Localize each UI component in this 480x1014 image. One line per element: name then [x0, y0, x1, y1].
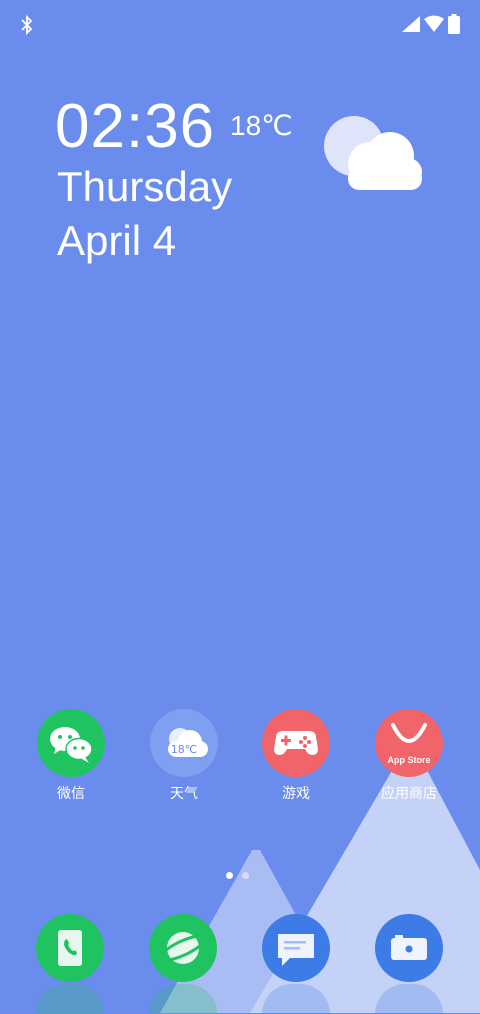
- page-dot[interactable]: [242, 872, 249, 879]
- clock-time[interactable]: 02:36: [55, 96, 215, 158]
- app-weather[interactable]: 18℃ 天气: [134, 709, 234, 803]
- app-label: 游戏: [282, 786, 310, 802]
- battery-icon: [448, 14, 460, 34]
- messages-icon[interactable]: [262, 914, 330, 982]
- app-wechat[interactable]: 微信: [21, 709, 121, 803]
- status-bar: [0, 0, 480, 50]
- app-store-badge: App Store: [387, 755, 430, 765]
- app-games[interactable]: 游戏: [246, 709, 346, 803]
- page-indicator[interactable]: [226, 872, 256, 882]
- app-label: 微信: [57, 786, 85, 802]
- weather-badge: 18℃: [171, 743, 197, 756]
- wifi-icon: [424, 15, 444, 32]
- weekday-label: Thursday: [57, 163, 233, 210]
- temperature-label: 18℃: [230, 110, 293, 141]
- date-label: April 4: [57, 217, 177, 264]
- phone-icon[interactable]: [36, 914, 104, 982]
- wechat-icon[interactable]: [37, 709, 105, 777]
- camera-icon[interactable]: [375, 914, 443, 982]
- app-label: 应用商店: [381, 786, 437, 802]
- gamepad-icon[interactable]: [262, 709, 330, 777]
- app-store[interactable]: App Store 应用商店: [359, 709, 459, 803]
- weather-icon[interactable]: 18℃: [150, 709, 218, 777]
- browser-icon[interactable]: [149, 914, 217, 982]
- signal-icon: [402, 16, 420, 32]
- page-dot-active[interactable]: [226, 872, 233, 879]
- cloud-icon[interactable]: [318, 112, 426, 198]
- app-store-icon[interactable]: App Store: [375, 709, 443, 777]
- bluetooth-icon: [21, 14, 33, 36]
- app-label: 天气: [170, 786, 198, 802]
